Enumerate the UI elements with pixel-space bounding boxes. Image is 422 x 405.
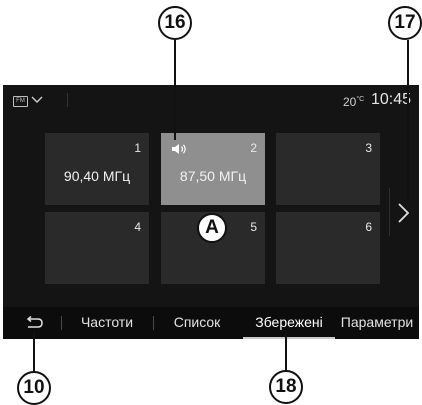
callout-17: 17 bbox=[388, 6, 422, 40]
tab-divider bbox=[153, 316, 154, 330]
tab-bar: Частоти Список Збережені Параметри bbox=[3, 307, 419, 339]
preset-tile-6[interactable]: 6 bbox=[276, 212, 380, 284]
callout-16: 16 bbox=[158, 6, 192, 40]
fm-icon[interactable]: FM bbox=[13, 96, 28, 107]
preset-number: 4 bbox=[134, 220, 141, 234]
clock: 10:45 bbox=[371, 91, 412, 108]
callout-a: A bbox=[197, 213, 227, 243]
tab-list[interactable]: Список bbox=[161, 307, 233, 337]
leader-line bbox=[407, 40, 409, 200]
preset-number: 2 bbox=[250, 141, 257, 155]
preset-frequency: 87,50 МГц bbox=[179, 168, 247, 184]
preset-number: 5 bbox=[250, 220, 257, 234]
preset-number: 6 bbox=[365, 220, 372, 234]
callout-18: 18 bbox=[269, 370, 303, 404]
tab-settings[interactable]: Параметри bbox=[335, 307, 419, 337]
callout-10: 10 bbox=[17, 371, 51, 405]
back-arrow-icon[interactable] bbox=[24, 316, 44, 330]
preset-frequency: 90,40 МГц bbox=[63, 168, 131, 184]
preset-tile-3[interactable]: 3 bbox=[276, 133, 380, 205]
temperature: 20°C bbox=[343, 95, 365, 109]
chevron-down-icon[interactable] bbox=[31, 94, 43, 104]
tab-saved[interactable]: Збережені bbox=[243, 307, 335, 339]
preset-number: 1 bbox=[134, 141, 141, 155]
leader-line bbox=[174, 40, 176, 140]
preset-tile-2[interactable]: 2 87,50 МГц bbox=[161, 133, 265, 205]
chevron-right-icon[interactable] bbox=[396, 202, 410, 224]
status-bar: FM 20°C 10:45 bbox=[3, 85, 419, 115]
divider bbox=[389, 188, 390, 236]
preset-tile-1[interactable]: 1 90,40 МГц bbox=[45, 133, 149, 205]
leader-line bbox=[285, 330, 287, 372]
leader-line bbox=[33, 332, 35, 374]
radio-screen: FM 20°C 10:45 1 90,40 МГц 2 87,50 МГц 3 … bbox=[3, 85, 419, 339]
tab-frequencies[interactable]: Частоти bbox=[67, 307, 147, 337]
preset-tile-4[interactable]: 4 bbox=[45, 212, 149, 284]
preset-number: 3 bbox=[365, 141, 372, 155]
divider bbox=[67, 93, 68, 107]
speaker-icon bbox=[172, 144, 186, 154]
tab-divider bbox=[61, 316, 62, 330]
